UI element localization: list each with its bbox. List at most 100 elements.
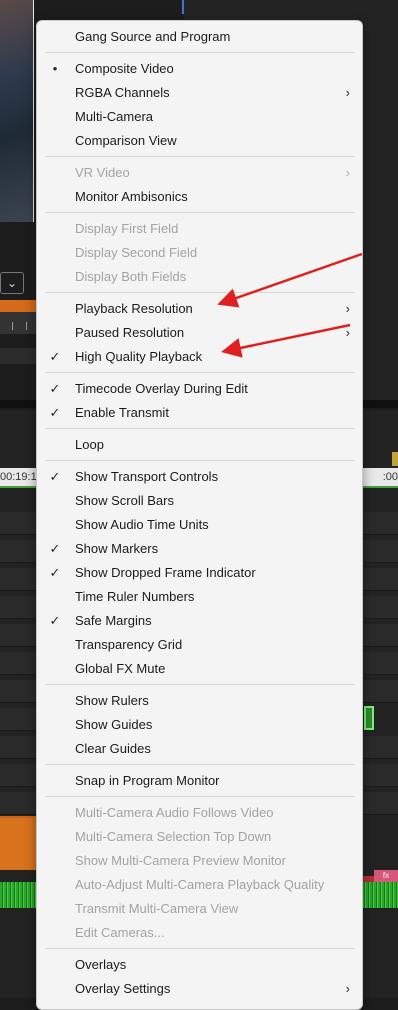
menu-item-label: Show Guides	[75, 717, 153, 732]
menu-item-label: Composite Video	[75, 61, 174, 76]
monitor-time-ruler[interactable]	[0, 312, 40, 334]
menu-item-show-markers[interactable]: ✓ Show Markers	[37, 537, 362, 561]
timeline-track[interactable]	[0, 736, 40, 759]
menu-item-label: Transparency Grid	[75, 637, 183, 652]
menu-item-time-ruler-numbers[interactable]: Time Ruler Numbers	[37, 585, 362, 609]
timeline-track[interactable]	[362, 596, 398, 619]
menu-item-label: Clear Guides	[75, 741, 151, 756]
timeline-track[interactable]	[362, 512, 398, 535]
menu-item-label: Transmit Multi-Camera View	[75, 901, 239, 916]
menu-item-label: VR Video	[75, 165, 130, 180]
menu-separator	[45, 292, 355, 293]
menu-item-enable-transmit[interactable]: ✓ Enable Transmit	[37, 401, 362, 425]
menu-item-label: Multi-Camera	[75, 109, 154, 124]
menu-item-label: Time Ruler Numbers	[75, 589, 195, 604]
chevron-right-icon: ›	[345, 85, 350, 100]
timeline-track[interactable]	[0, 652, 40, 675]
timeline-track[interactable]	[362, 736, 398, 759]
menu-item-show-audio-time-units[interactable]: Show Audio Time Units	[37, 513, 362, 537]
menu-separator	[45, 764, 355, 765]
timeline-clip[interactable]	[364, 706, 374, 730]
timeline-track[interactable]	[362, 764, 398, 787]
menu-item-monitor-ambisonics[interactable]: Monitor Ambisonics	[37, 185, 362, 209]
menu-item-display-first-field: Display First Field	[37, 217, 362, 241]
checkmark-icon: ✓	[49, 613, 61, 628]
menu-separator	[45, 212, 355, 213]
menu-item-clear-guides[interactable]: Clear Guides	[37, 737, 362, 761]
menu-item-label: Playback Resolution	[75, 301, 193, 316]
checkmark-icon: ✓	[49, 349, 61, 364]
timeline-track[interactable]	[362, 540, 398, 563]
menu-item-label: Overlays	[75, 957, 127, 972]
menu-item-playback-resolution[interactable]: Playback Resolution ›	[37, 297, 362, 321]
menu-item-overlays[interactable]: Overlays	[37, 953, 362, 977]
menu-item-comparison-view[interactable]: Comparison View	[37, 129, 362, 153]
menu-item-label: Safe Margins	[75, 613, 152, 628]
menu-item-show-scroll-bars[interactable]: Show Scroll Bars	[37, 489, 362, 513]
timeline-track[interactable]	[362, 792, 398, 815]
menu-item-rgba-channels[interactable]: RGBA Channels ›	[37, 81, 362, 105]
timeline-timecode-right: :00	[360, 468, 398, 486]
timeline-track[interactable]	[0, 596, 40, 619]
playhead-marker[interactable]	[392, 452, 398, 466]
menu-item-label: Show Transport Controls	[75, 469, 219, 484]
menu-item-label: Timecode Overlay During Edit	[75, 381, 248, 396]
timeline-track[interactable]	[0, 764, 40, 787]
chevron-down-icon: ⌄	[6, 276, 18, 290]
menu-item-label: Gang Source and Program	[75, 29, 231, 44]
menu-item-label: Snap in Program Monitor	[75, 773, 220, 788]
timeline-track[interactable]	[0, 568, 40, 591]
menu-item-timecode-overlay-during-edit[interactable]: ✓ Timecode Overlay During Edit	[37, 377, 362, 401]
menu-item-show-dropped-frame-indicator[interactable]: ✓ Show Dropped Frame Indicator	[37, 561, 362, 585]
menu-item-show-guides[interactable]: Show Guides	[37, 713, 362, 737]
menu-separator	[45, 796, 355, 797]
scroll-bar[interactable]	[0, 348, 40, 364]
audio-waveform-clip[interactable]	[0, 882, 40, 908]
timeline-track[interactable]	[362, 568, 398, 591]
monitor-dropdown-button[interactable]: ⌄	[0, 272, 24, 294]
menu-item-safe-margins[interactable]: ✓ Safe Margins	[37, 609, 362, 633]
menu-item-composite-video[interactable]: • Composite Video	[37, 57, 362, 81]
timeline-track[interactable]	[0, 624, 40, 647]
menu-item-snap-in-program-monitor[interactable]: Snap in Program Monitor	[37, 769, 362, 793]
timeline-track[interactable]	[362, 652, 398, 675]
render-bar	[362, 486, 398, 488]
menu-item-label: Multi-Camera Selection Top Down	[75, 829, 272, 844]
menu-item-show-rulers[interactable]: Show Rulers	[37, 689, 362, 713]
checkmark-icon: ✓	[49, 405, 61, 420]
timeline-track[interactable]	[0, 512, 40, 535]
timeline-track[interactable]	[0, 540, 40, 563]
menu-item-loop[interactable]: Loop	[37, 433, 362, 457]
menu-item-label: Edit Cameras...	[75, 925, 165, 940]
menu-item-label: Display Both Fields	[75, 269, 187, 284]
menu-item-overlay-settings[interactable]: Overlay Settings ›	[37, 977, 362, 1001]
menu-item-show-transport-controls[interactable]: ✓ Show Transport Controls	[37, 465, 362, 489]
panel-focus-indicator	[182, 0, 184, 14]
menu-item-paused-resolution[interactable]: Paused Resolution ›	[37, 321, 362, 345]
menu-item-multi-camera[interactable]: Multi-Camera	[37, 105, 362, 129]
timeline-clip[interactable]	[0, 818, 40, 870]
menu-separator	[45, 460, 355, 461]
checkmark-icon: ✓	[49, 565, 61, 580]
menu-item-edit-cameras: Edit Cameras...	[37, 921, 362, 945]
menu-item-global-fx-mute[interactable]: Global FX Mute	[37, 657, 362, 681]
timeline-track[interactable]	[0, 708, 40, 731]
timeline-track[interactable]	[0, 792, 40, 815]
menu-separator	[45, 156, 355, 157]
menu-item-display-second-field: Display Second Field	[37, 241, 362, 265]
menu-item-label: Show Rulers	[75, 693, 149, 708]
timeline-timecode-left: 00:19:1	[0, 468, 40, 486]
menu-item-high-quality-playback[interactable]: ✓ High Quality Playback	[37, 345, 362, 369]
menu-item-label: High Quality Playback	[75, 349, 203, 364]
video-frame-border	[0, 0, 34, 222]
timeline-track[interactable]	[362, 624, 398, 647]
menu-item-transparency-grid[interactable]: Transparency Grid	[37, 633, 362, 657]
menu-item-label: Show Dropped Frame Indicator	[75, 565, 256, 580]
menu-item-gang-source-and-program[interactable]: Gang Source and Program	[37, 25, 362, 49]
ruler-tick	[26, 322, 27, 330]
audio-waveform-clip[interactable]	[362, 882, 398, 908]
timeline-track[interactable]	[0, 680, 40, 703]
timeline-track[interactable]	[362, 680, 398, 703]
chevron-right-icon: ›	[345, 981, 350, 996]
work-area-bar[interactable]	[0, 300, 40, 312]
